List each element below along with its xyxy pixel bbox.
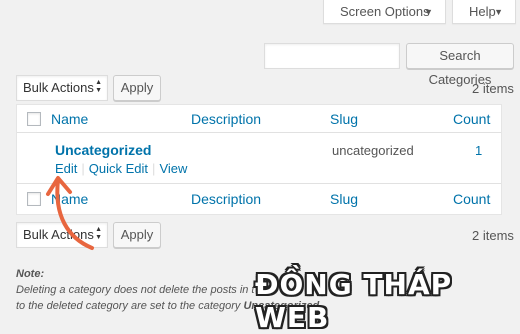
note-title: Note: [16, 268, 45, 280]
screen-options-label: Screen Options [340, 4, 430, 19]
note-line-1: Deleting a category does not delete the … [16, 284, 255, 296]
caret-down-icon: ▼ [494, 7, 503, 17]
column-header-slug[interactable]: Slug [330, 111, 358, 127]
category-count-link[interactable]: 1 [475, 143, 482, 158]
footer-column-slug[interactable]: Slug [330, 191, 358, 207]
header-divider [17, 132, 501, 133]
apply-button-top[interactable]: Apply [113, 75, 161, 101]
separator: | [152, 161, 156, 176]
note-line-2-prefix: to the deleted category are set to the c… [16, 300, 244, 312]
apply-button-bottom[interactable]: Apply [113, 222, 161, 248]
view-link[interactable]: View [159, 161, 187, 176]
search-input[interactable] [264, 43, 400, 69]
column-header-name[interactable]: Name [51, 111, 88, 127]
items-count-top: 2 items [472, 81, 514, 96]
search-categories-button[interactable]: Search Categories [406, 43, 514, 87]
footer-column-count[interactable]: Count [453, 191, 490, 207]
help-tab[interactable]: Help ▼ [452, 0, 516, 24]
category-name-link[interactable]: Uncategorized [55, 142, 151, 158]
select-all-checkbox[interactable] [27, 112, 41, 126]
curved-arrow-icon [46, 176, 94, 250]
caret-down-icon: ▼ [424, 7, 433, 17]
up-down-arrows-icon: ▲ ▼ [95, 79, 102, 94]
items-count-bottom: 2 items [472, 228, 514, 243]
category-slug: uncategorized [332, 143, 414, 158]
bulk-actions-select-top[interactable]: Bulk Actions ▲ ▼ [16, 75, 108, 101]
footer-column-description[interactable]: Description [191, 191, 261, 207]
column-header-count[interactable]: Count [453, 111, 490, 127]
column-header-description[interactable]: Description [191, 111, 261, 127]
screen-options-tab[interactable]: Screen Options ▼ [323, 0, 446, 24]
watermark-logo: ĐỒNG THÁP WEB [255, 268, 453, 334]
bulk-actions-label: Bulk Actions [23, 80, 94, 95]
help-label: Help [469, 4, 496, 19]
